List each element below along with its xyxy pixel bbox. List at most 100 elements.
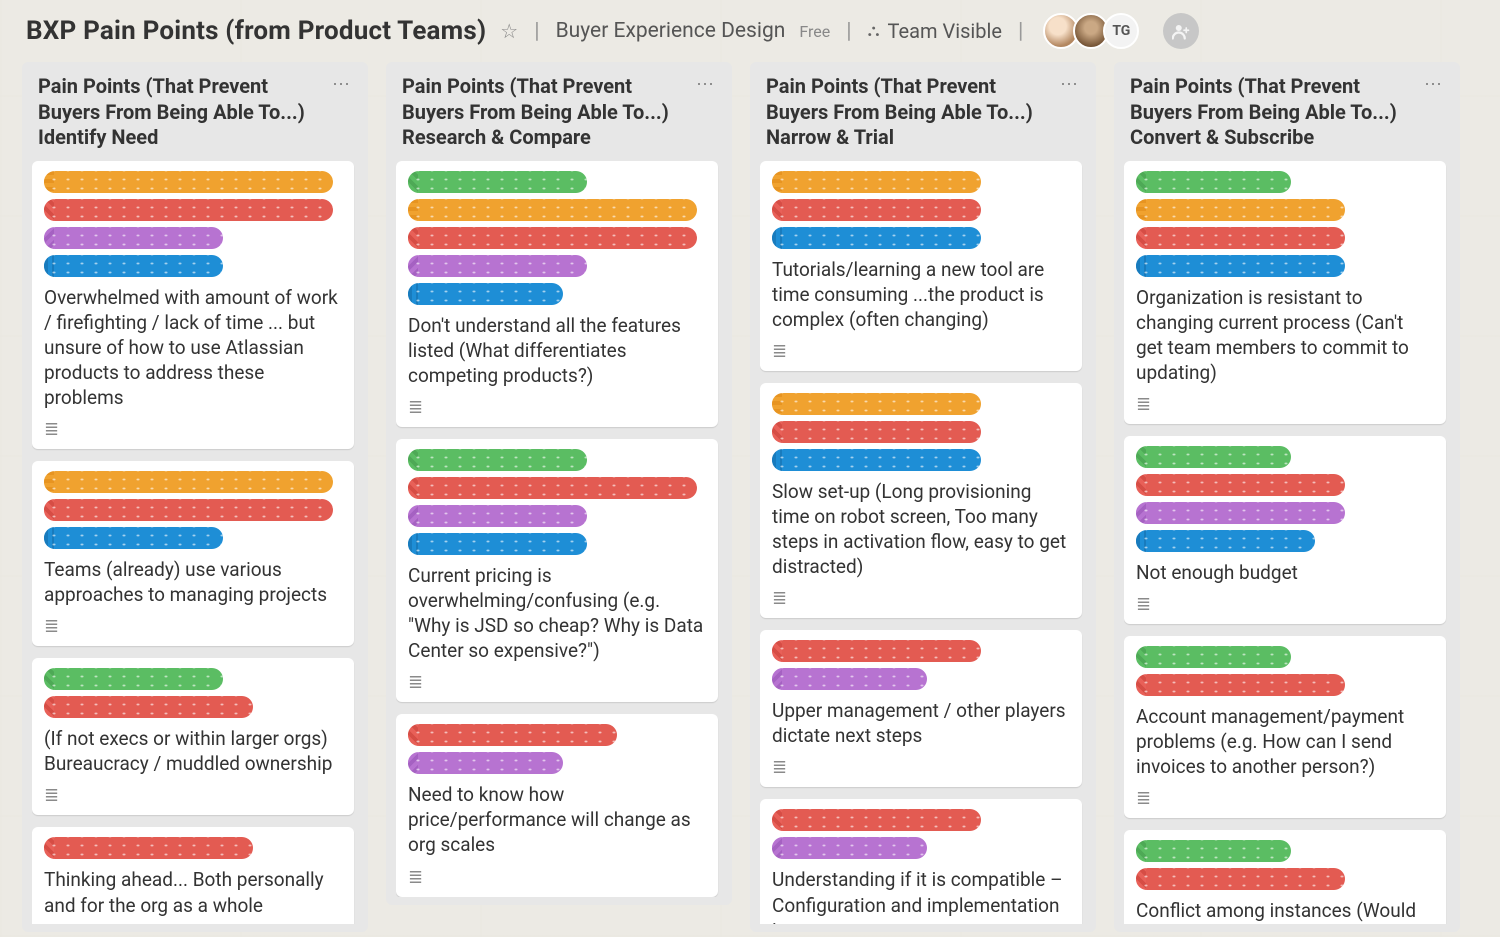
card-labels <box>408 449 706 555</box>
label-orange[interactable] <box>1136 199 1345 221</box>
list-menu-icon[interactable]: ⋯ <box>1060 74 1080 95</box>
list-title[interactable]: Pain Points (That Prevent Buyers From Be… <box>38 74 332 151</box>
label-orange[interactable] <box>772 393 981 415</box>
label-red[interactable] <box>44 837 253 859</box>
label-blue[interactable] <box>408 283 563 305</box>
label-purple[interactable] <box>408 752 563 774</box>
label-red[interactable] <box>772 640 981 662</box>
description-icon: ≣ <box>44 419 58 440</box>
card[interactable]: Upper management / other players dictate… <box>760 630 1082 787</box>
label-red[interactable] <box>772 421 981 443</box>
card[interactable]: Overwhelmed with amount of work / firefi… <box>32 161 354 449</box>
card-text: Teams (already) use various approaches t… <box>44 557 342 607</box>
label-green[interactable] <box>1136 446 1291 468</box>
team-name[interactable]: Buyer Experience Design <box>556 19 786 43</box>
card-text: (If not execs or within larger orgs) Bur… <box>44 726 342 776</box>
label-red[interactable] <box>408 724 617 746</box>
label-red[interactable] <box>772 809 981 831</box>
list-title[interactable]: Pain Points (That Prevent Buyers From Be… <box>1130 74 1424 151</box>
card[interactable]: Don't understand all the features listed… <box>396 161 718 427</box>
label-red[interactable] <box>1136 227 1345 249</box>
card[interactable]: (If not execs or within larger orgs) Bur… <box>32 658 354 815</box>
card[interactable]: Organization is resistant to changing cu… <box>1124 161 1446 424</box>
label-green[interactable] <box>1136 840 1291 862</box>
card-list: Tutorials/learning a new tool are time c… <box>760 161 1086 924</box>
board-header: BXP Pain Points (from Product Teams) ☆ |… <box>0 0 1500 58</box>
card[interactable]: Account management/payment problems (e.g… <box>1124 636 1446 818</box>
card-labels <box>44 471 342 549</box>
label-red[interactable] <box>44 696 253 718</box>
card[interactable]: Need to know how price/performance will … <box>396 714 718 896</box>
label-purple[interactable] <box>408 505 587 527</box>
label-blue[interactable] <box>44 527 223 549</box>
description-icon: ≣ <box>408 672 422 693</box>
label-red[interactable] <box>408 227 697 249</box>
label-purple[interactable] <box>772 668 927 690</box>
label-purple[interactable] <box>1136 502 1345 524</box>
card-text: Don't understand all the features listed… <box>408 313 706 388</box>
label-blue[interactable] <box>1136 530 1315 552</box>
label-blue[interactable] <box>44 255 223 277</box>
card-text: Tutorials/learning a new tool are time c… <box>772 257 1070 332</box>
separator: | <box>844 19 853 44</box>
card[interactable]: Tutorials/learning a new tool are time c… <box>760 161 1082 371</box>
label-orange[interactable] <box>44 471 333 493</box>
card-labels <box>408 724 706 774</box>
description-icon: ≣ <box>772 757 786 778</box>
board-title[interactable]: BXP Pain Points (from Product Teams) <box>26 16 486 46</box>
label-green[interactable] <box>408 449 587 471</box>
visibility-label: Team Visible <box>888 19 1002 43</box>
card-text: Thinking ahead... Both personally and fo… <box>44 867 342 917</box>
description-icon: ≣ <box>408 867 422 888</box>
label-blue[interactable] <box>772 227 981 249</box>
description-icon: ≣ <box>1136 788 1150 809</box>
list-menu-icon[interactable]: ⋯ <box>332 74 352 95</box>
visibility-toggle[interactable]: ⛬ Team Visible <box>868 19 1002 43</box>
card-labels <box>408 171 706 305</box>
list-menu-icon[interactable]: ⋯ <box>1424 74 1444 95</box>
label-purple[interactable] <box>772 837 927 859</box>
avatar-initials[interactable]: TG <box>1103 13 1139 49</box>
list-menu-icon[interactable]: ⋯ <box>696 74 716 95</box>
card[interactable]: Slow set-up (Long provisioning time on r… <box>760 383 1082 618</box>
label-orange[interactable] <box>44 171 333 193</box>
label-blue[interactable] <box>1136 255 1345 277</box>
label-red[interactable] <box>772 199 981 221</box>
list-title[interactable]: Pain Points (That Prevent Buyers From Be… <box>766 74 1060 151</box>
label-red[interactable] <box>1136 674 1345 696</box>
description-icon: ≣ <box>408 397 422 418</box>
label-green[interactable] <box>408 171 587 193</box>
card-labels <box>772 809 1070 859</box>
card[interactable]: Understanding if it is compatible – Conf… <box>760 799 1082 924</box>
card[interactable]: Thinking ahead... Both personally and fo… <box>32 827 354 924</box>
card-text: Conflict among instances (Would like to … <box>1136 898 1434 924</box>
invite-button[interactable] <box>1163 13 1199 49</box>
label-green[interactable] <box>1136 171 1291 193</box>
label-green[interactable] <box>44 668 223 690</box>
label-blue[interactable] <box>408 533 587 555</box>
board-canvas[interactable]: Pain Points (That Prevent Buyers From Be… <box>0 58 1500 937</box>
label-red[interactable] <box>1136 868 1345 890</box>
label-green[interactable] <box>1136 646 1291 668</box>
label-red[interactable] <box>408 477 697 499</box>
star-icon[interactable]: ☆ <box>500 19 518 43</box>
card[interactable]: Current pricing is overwhelming/confusin… <box>396 439 718 702</box>
description-icon: ≣ <box>1136 394 1150 415</box>
label-purple[interactable] <box>44 227 223 249</box>
label-red[interactable] <box>44 499 333 521</box>
board-members: TG <box>1049 13 1139 49</box>
list-column: Pain Points (That Prevent Buyers From Be… <box>1114 62 1460 932</box>
label-orange[interactable] <box>772 171 981 193</box>
label-orange[interactable] <box>408 199 697 221</box>
label-red[interactable] <box>1136 474 1345 496</box>
card[interactable]: Teams (already) use various approaches t… <box>32 461 354 646</box>
card[interactable]: Conflict among instances (Would like to … <box>1124 830 1446 924</box>
label-purple[interactable] <box>408 255 587 277</box>
list-header: Pain Points (That Prevent Buyers From Be… <box>1124 74 1450 161</box>
card-list: Organization is resistant to changing cu… <box>1124 161 1450 924</box>
label-red[interactable] <box>44 199 333 221</box>
list-column: Pain Points (That Prevent Buyers From Be… <box>386 62 732 905</box>
card[interactable]: Not enough budget≣ <box>1124 436 1446 624</box>
list-title[interactable]: Pain Points (That Prevent Buyers From Be… <box>402 74 696 151</box>
label-blue[interactable] <box>772 449 981 471</box>
